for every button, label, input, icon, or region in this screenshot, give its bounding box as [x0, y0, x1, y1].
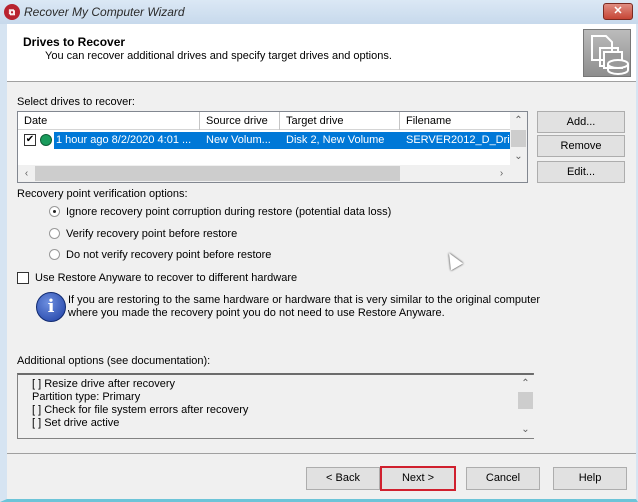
radio-do-not-verify[interactable] [49, 249, 60, 260]
additional-options-label: Additional options (see documentation): [17, 355, 211, 367]
title-bar: ⧉ Recover My Computer Wizard ✕ [0, 0, 638, 24]
wizard-header: Drives to Recover You can recover additi… [7, 24, 636, 82]
option-verify-label[interactable]: Verify recovery point before restore [66, 228, 237, 240]
column-date[interactable]: Date [18, 112, 200, 130]
help-button[interactable]: Help [553, 467, 627, 490]
vertical-scrollbar[interactable]: ⌃ ⌄ [510, 112, 527, 166]
page-subtitle: You can recover additional drives and sp… [45, 50, 392, 62]
back-button[interactable]: < Back [306, 467, 380, 490]
cell-target: Disk 2, New Volume [286, 134, 385, 146]
window-title: Recover My Computer Wizard [24, 5, 185, 19]
scroll-right-icon[interactable]: › [493, 165, 510, 182]
drive-recovery-icon [583, 29, 631, 77]
row-checkbox[interactable]: ✔ [24, 134, 36, 146]
next-button[interactable]: Next > [380, 466, 456, 491]
cancel-button[interactable]: Cancel [466, 467, 540, 490]
add-button[interactable]: Add... [537, 111, 625, 133]
scroll-down-icon[interactable]: ⌄ [510, 148, 527, 165]
drives-list[interactable]: Date Source drive Target drive Filename … [17, 111, 528, 183]
info-text-line2: where you made the recovery point you do… [68, 307, 445, 319]
scroll-left-icon[interactable]: ‹ [18, 165, 35, 182]
close-button[interactable]: ✕ [603, 3, 633, 20]
option-resize-drive[interactable]: [ ] Resize drive after recovery [32, 378, 175, 390]
app-logo-icon: ⧉ [4, 4, 20, 20]
column-target-drive[interactable]: Target drive [280, 112, 400, 130]
restore-anyware-checkbox[interactable] [17, 272, 29, 284]
table-row[interactable]: ✔ 1 hour ago 8/2/2020 4:01 ... New Volum… [18, 132, 510, 149]
remove-button[interactable]: Remove [537, 135, 625, 157]
vertical-scroll-thumb[interactable] [511, 130, 526, 147]
horizontal-scrollbar[interactable]: ‹ › [18, 165, 527, 182]
edit-button[interactable]: Edit... [537, 161, 625, 183]
column-filename[interactable]: Filename [400, 112, 510, 130]
options-scrollbar[interactable]: ⌃ ⌄ [517, 375, 534, 438]
option-ignore-corruption-label[interactable]: Ignore recovery point corruption during … [66, 206, 391, 218]
horizontal-scroll-thumb[interactable] [35, 166, 400, 181]
option-check-filesystem[interactable]: [ ] Check for file system errors after r… [32, 404, 248, 416]
option-do-not-verify-label[interactable]: Do not verify recovery point before rest… [66, 249, 271, 261]
info-text-line1: If you are restoring to the same hardwar… [68, 294, 540, 306]
cell-date: 1 hour ago 8/2/2020 4:01 ... [56, 134, 192, 146]
drives-label: Select drives to recover: [17, 96, 135, 108]
options-scroll-down-icon[interactable]: ⌄ [517, 421, 534, 438]
list-header: Date Source drive Target drive Filename [18, 112, 510, 130]
restore-anyware-label[interactable]: Use Restore Anyware to recover to differ… [35, 272, 297, 284]
footer-divider [7, 453, 636, 454]
cell-source: New Volum... [206, 134, 271, 146]
options-scroll-thumb[interactable] [518, 392, 533, 409]
column-source-drive[interactable]: Source drive [200, 112, 280, 130]
options-scroll-up-icon[interactable]: ⌃ [517, 375, 534, 392]
status-ok-icon [40, 134, 52, 146]
option-set-drive-active[interactable]: [ ] Set drive active [32, 417, 119, 429]
option-partition-type[interactable]: Partition type: Primary [32, 391, 140, 403]
cell-filename: SERVER2012_D_Driv [406, 134, 510, 146]
scroll-up-icon[interactable]: ⌃ [510, 112, 527, 129]
page-title: Drives to Recover [23, 35, 126, 49]
radio-ignore-corruption[interactable] [49, 206, 60, 217]
verification-label: Recovery point verification options: [17, 188, 188, 200]
info-icon: i [36, 292, 66, 322]
additional-options-box[interactable]: [ ] Resize drive after recovery Partitio… [17, 373, 534, 439]
radio-verify-before-restore[interactable] [49, 228, 60, 239]
